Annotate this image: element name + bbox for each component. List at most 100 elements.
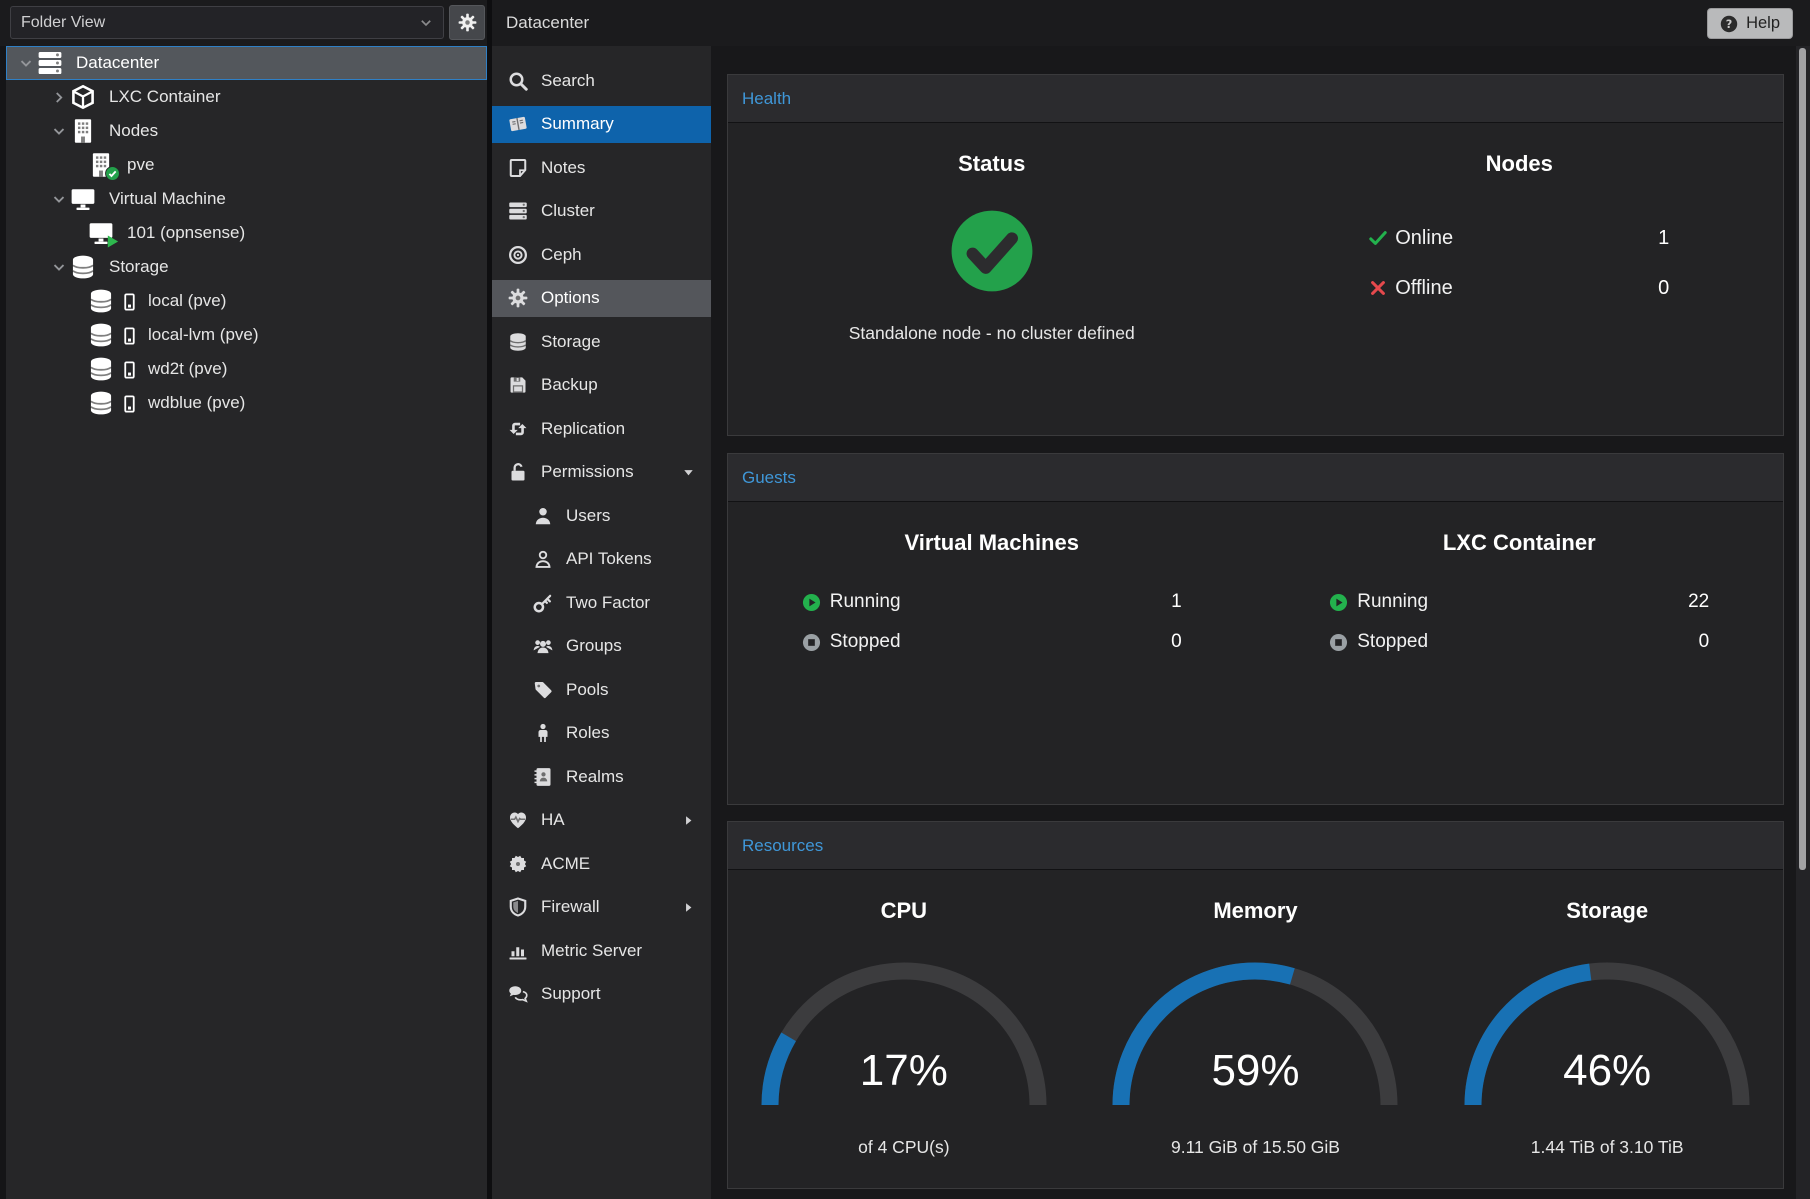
menu-item-options[interactable]: Options bbox=[492, 280, 711, 317]
gauge-arc: 46% bbox=[1457, 950, 1757, 1115]
gauge-arc: 17% bbox=[754, 950, 1054, 1115]
user-icon bbox=[533, 506, 553, 526]
menu-item-api-tokens[interactable]: API Tokens bbox=[492, 541, 711, 578]
tree-item-wd2t-pve[interactable]: wd2t (pve) bbox=[6, 352, 487, 386]
guest-row-stopped[interactable]: Stopped0 bbox=[802, 622, 1182, 662]
resource-gauge-storage: Storage46%1.44 TiB of 3.10 TiB bbox=[1431, 870, 1783, 1189]
tree-item-lxc-container[interactable]: LXC Container bbox=[6, 80, 487, 114]
gauge-heading: Storage bbox=[1431, 898, 1783, 924]
menu-item-label: Permissions bbox=[541, 462, 634, 482]
tag-icon bbox=[533, 680, 553, 700]
chevron-down-icon[interactable] bbox=[48, 124, 70, 139]
guest-row-stopped[interactable]: Stopped0 bbox=[1329, 622, 1709, 662]
menu-item-replication[interactable]: Replication bbox=[492, 410, 711, 447]
guest-row-running[interactable]: Running22 bbox=[1329, 582, 1709, 622]
menu-item-summary[interactable]: Summary bbox=[492, 106, 711, 143]
help-button[interactable]: ? Help bbox=[1707, 8, 1793, 39]
menu-item-groups[interactable]: Groups bbox=[492, 628, 711, 665]
menu-item-support[interactable]: Support bbox=[492, 976, 711, 1013]
guests-column-virtual-machines: Virtual Machines Running1Stopped0 bbox=[728, 502, 1256, 662]
tree-item-label: 101 (opnsense) bbox=[127, 223, 245, 243]
menu-item-search[interactable]: Search bbox=[492, 62, 711, 99]
tree-item-pve[interactable]: pve bbox=[6, 148, 487, 182]
gauge-heading: CPU bbox=[728, 898, 1080, 924]
proxmox-datacenter-screen: { "header": {"title": "Datacenter", "hel… bbox=[0, 0, 1810, 1199]
guests-panel: Guests Virtual MachinesRunning1Stopped0L… bbox=[727, 453, 1784, 805]
stop-circle-icon bbox=[1329, 633, 1348, 652]
menu-item-realms[interactable]: Realms bbox=[492, 758, 711, 795]
node-status-row-offline: Offline 0 bbox=[1369, 263, 1669, 313]
note-icon bbox=[508, 158, 528, 178]
menu-item-ceph[interactable]: Ceph bbox=[492, 236, 711, 273]
menu-item-label: Metric Server bbox=[541, 941, 642, 961]
chevron-down-icon[interactable] bbox=[48, 260, 70, 275]
datacenter-menu: Search Summary Notes Cluster Ceph Options Stor… bbox=[492, 46, 711, 1199]
menu-item-permissions[interactable]: Permissions bbox=[492, 454, 711, 491]
database-icon bbox=[88, 390, 114, 416]
gauge-subtitle: 9.11 GiB of 15.50 GiB bbox=[1080, 1137, 1432, 1158]
chevron-down-icon[interactable] bbox=[15, 56, 37, 71]
node-status-label: Offline bbox=[1395, 277, 1452, 300]
node-status-value: 0 bbox=[1658, 277, 1669, 300]
gauge-percent: 17% bbox=[754, 1046, 1054, 1096]
guest-row-running[interactable]: Running1 bbox=[802, 582, 1182, 622]
offline-cross-icon bbox=[1369, 279, 1387, 297]
tree-item-101-opnsense[interactable]: 101 (opnsense) bbox=[6, 216, 487, 250]
scrollbar-thumb[interactable] bbox=[1799, 48, 1806, 870]
tree-item-virtual-machine[interactable]: Virtual Machine bbox=[6, 182, 487, 216]
menu-item-pools[interactable]: Pools bbox=[492, 671, 711, 708]
search-icon bbox=[508, 71, 528, 91]
tree-item-label: Nodes bbox=[109, 121, 158, 141]
menu-item-label: Cluster bbox=[541, 201, 595, 221]
menu-item-ha[interactable]: HA bbox=[492, 802, 711, 839]
menu-item-firewall[interactable]: Firewall bbox=[492, 889, 711, 926]
desktop-icon bbox=[70, 186, 96, 212]
resources-panel-title: Resources bbox=[728, 822, 1783, 870]
arrow-right-icon bbox=[682, 901, 695, 914]
tree-item-datacenter[interactable]: Datacenter bbox=[6, 46, 487, 80]
building-icon bbox=[88, 152, 114, 178]
heartbeat-icon bbox=[508, 810, 528, 830]
gauge-percent: 46% bbox=[1457, 1046, 1757, 1096]
tree-item-storage[interactable]: Storage bbox=[6, 250, 487, 284]
tree-settings-button[interactable] bbox=[449, 5, 485, 40]
gauge-percent: 59% bbox=[1105, 1046, 1405, 1096]
sync-icon bbox=[508, 419, 528, 439]
menu-item-label: Firewall bbox=[541, 897, 600, 917]
guest-row-label: Stopped bbox=[1357, 631, 1428, 653]
svg-text:?: ? bbox=[1726, 17, 1733, 30]
menu-item-label: Search bbox=[541, 71, 595, 91]
view-mode-select[interactable]: Folder View bbox=[10, 6, 444, 39]
tree-item-nodes[interactable]: Nodes bbox=[6, 114, 487, 148]
guests-column-heading: Virtual Machines bbox=[728, 530, 1256, 556]
unlock-icon bbox=[508, 462, 528, 482]
chevron-right-icon[interactable] bbox=[48, 90, 70, 105]
menu-item-cluster[interactable]: Cluster bbox=[492, 193, 711, 230]
comments-icon bbox=[508, 984, 528, 1004]
tree-item-local-lvm-pve[interactable]: local-lvm (pve) bbox=[6, 318, 487, 352]
menu-item-storage[interactable]: Storage bbox=[492, 323, 711, 360]
menu-item-label: Notes bbox=[541, 158, 585, 178]
menu-item-acme[interactable]: ACME bbox=[492, 845, 711, 882]
tree-item-label: LXC Container bbox=[109, 87, 221, 107]
menu-item-metric-server[interactable]: Metric Server bbox=[492, 932, 711, 969]
health-nodes-column: Nodes Online1Offline0 bbox=[1256, 123, 1784, 436]
guests-column-lxc-container: LXC ContainerRunning22Stopped0 bbox=[1256, 502, 1784, 662]
help-button-label: Help bbox=[1746, 14, 1780, 33]
menu-item-backup[interactable]: Backup bbox=[492, 367, 711, 404]
menu-item-label: Support bbox=[541, 984, 601, 1004]
menu-item-two-factor[interactable]: Two Factor bbox=[492, 584, 711, 621]
menu-item-label: HA bbox=[541, 810, 565, 830]
vertical-scrollbar[interactable] bbox=[1796, 46, 1810, 1199]
node-status-row-online: Online1 bbox=[1369, 213, 1669, 263]
menu-item-label: Backup bbox=[541, 375, 598, 395]
guest-row-label: Stopped bbox=[830, 631, 901, 653]
tree-item-wdblue-pve[interactable]: wdblue (pve) bbox=[6, 386, 487, 420]
menu-item-label: Groups bbox=[566, 636, 622, 656]
drive-icon bbox=[121, 292, 138, 312]
tree-item-local-pve[interactable]: local (pve) bbox=[6, 284, 487, 318]
chevron-down-icon[interactable] bbox=[48, 192, 70, 207]
menu-item-roles[interactable]: Roles bbox=[492, 715, 711, 752]
menu-item-users[interactable]: Users bbox=[492, 497, 711, 534]
menu-item-notes[interactable]: Notes bbox=[492, 149, 711, 186]
